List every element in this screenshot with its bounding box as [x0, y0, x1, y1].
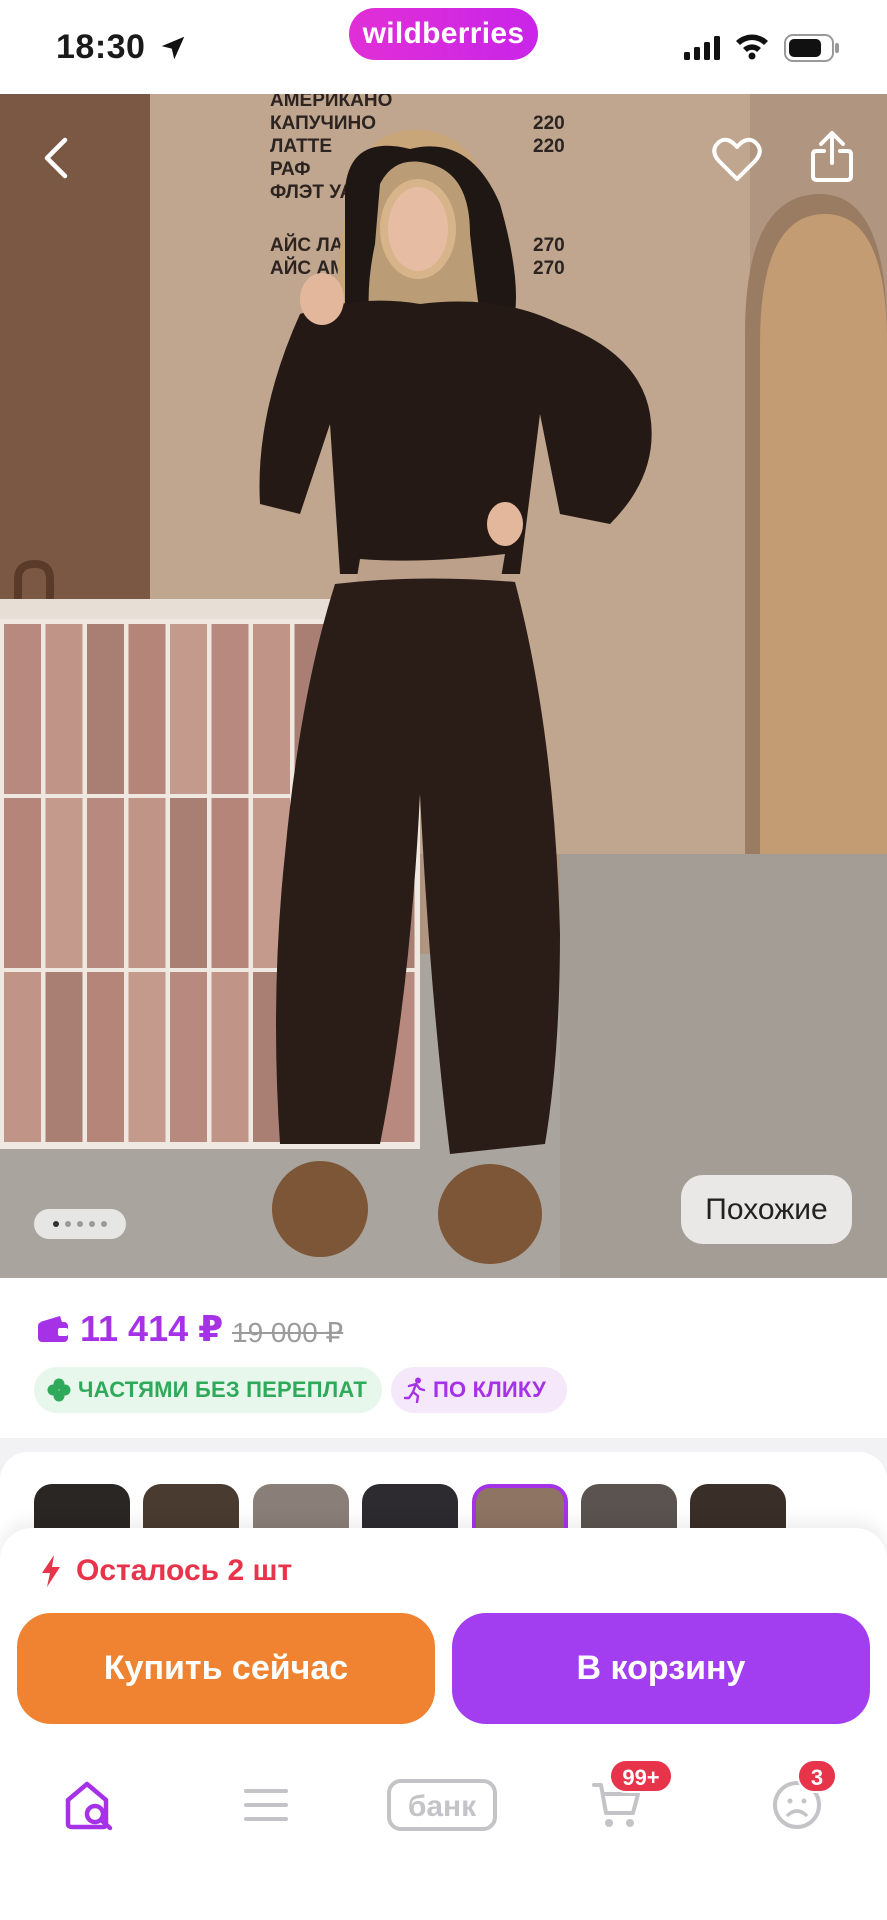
- counter-tile: [45, 624, 83, 794]
- buy-now-button[interactable]: Купить сейчас: [17, 1613, 435, 1724]
- counter-tile: [128, 798, 166, 968]
- counter-tile: [4, 624, 41, 794]
- counter-tile: [211, 798, 249, 968]
- one-click-badge[interactable]: ПО КЛИКУ: [391, 1367, 567, 1413]
- menu-item: АМЕРИКАНО: [270, 94, 392, 111]
- one-click-label: ПО КЛИКУ: [433, 1377, 546, 1402]
- heart-icon: [712, 137, 762, 181]
- installments-badge[interactable]: ЧАСТЯМИ БЕЗ ПЕРЕПЛАТ: [34, 1367, 382, 1413]
- counter-tile: [211, 972, 249, 1142]
- counter-tile: [87, 972, 124, 1142]
- pagination-dot: [53, 1221, 59, 1227]
- profile-notification-badge: 3: [797, 1759, 837, 1793]
- pagination-dot: [101, 1221, 107, 1227]
- installments-label: ЧАСТЯМИ БЕЗ ПЕРЕПЛАТ: [78, 1377, 368, 1402]
- thumbnail[interactable]: [362, 1484, 458, 1532]
- cellular-signal-icon: [684, 36, 720, 60]
- menu-price: 270: [533, 258, 565, 279]
- pagination-dot: [89, 1221, 95, 1227]
- thumbnail[interactable]: [253, 1484, 349, 1532]
- counter-tile: [87, 624, 124, 794]
- menu-item: ЛАТТЕ: [270, 136, 332, 157]
- counter-tile: [4, 798, 41, 968]
- location-arrow-icon: [161, 36, 185, 60]
- cart-count-badge: 99+: [609, 1759, 673, 1793]
- menu-price: 270: [533, 235, 565, 256]
- tab-catalog[interactable]: [231, 1770, 301, 1840]
- chevron-left-icon: [44, 137, 68, 179]
- thumbnail[interactable]: [690, 1484, 786, 1532]
- add-to-cart-button[interactable]: В корзину: [452, 1613, 870, 1724]
- counter-tile: [87, 798, 124, 968]
- bank-logo-icon: банк: [387, 1779, 497, 1831]
- menu-item: РАФ: [270, 159, 310, 180]
- app-logo-pill: wildberries: [349, 8, 538, 60]
- similar-button[interactable]: Похожие: [681, 1175, 852, 1244]
- pagination-dot: [77, 1221, 83, 1227]
- thumbnail[interactable]: [581, 1484, 677, 1532]
- old-price: 19 000 ₽: [232, 1317, 344, 1348]
- bank-label: банк: [408, 1790, 477, 1823]
- current-price: 11 414 ₽: [80, 1308, 224, 1349]
- product-photo-illustration: АМЕРИКАНО КАПУЧИНО ЛАТТЕ РАФ ФЛЭТ УАЙТ А…: [0, 94, 887, 1278]
- thumbnail-selected[interactable]: [472, 1484, 568, 1532]
- counter-tile: [128, 972, 166, 1142]
- price-card: 11 414 ₽ 19 000 ₽ ЧАСТЯМИ БЕЗ ПЕРЕПЛАТ П…: [0, 1278, 887, 1438]
- wallet-icon: [38, 1316, 68, 1342]
- menu-item: КАПУЧИНО: [270, 113, 376, 134]
- tab-bar: банк: [0, 1740, 887, 1860]
- home-indicator: [298, 1890, 588, 1900]
- pagination-dot: [65, 1221, 71, 1227]
- menu-icon: [244, 1789, 288, 1821]
- counter-tile: [170, 624, 207, 794]
- product-photo[interactable]: АМЕРИКАНО КАПУЧИНО ЛАТТЕ РАФ ФЛЭТ УАЙТ А…: [0, 94, 887, 1278]
- back-button[interactable]: [26, 128, 86, 188]
- thumbnail-strip: [0, 1452, 887, 1532]
- favorite-button[interactable]: [705, 128, 769, 192]
- running-person-icon: [403, 1377, 426, 1403]
- tab-home[interactable]: [55, 1770, 125, 1840]
- counter-tile: [45, 972, 83, 1142]
- stock-text: Осталось 2 шт: [76, 1554, 293, 1587]
- counter-tile: [253, 624, 290, 794]
- counter-tile: [128, 624, 166, 794]
- section-divider: [0, 1438, 887, 1452]
- counter-tile: [170, 972, 207, 1142]
- status-bar: 18:30 wildberries: [0, 0, 887, 94]
- menu-price: 220: [533, 136, 565, 157]
- share-button[interactable]: [800, 124, 864, 188]
- counter-tile: [211, 624, 249, 794]
- thumbnail[interactable]: [34, 1484, 130, 1532]
- battery-icon: [784, 34, 839, 62]
- counter-tile: [170, 798, 207, 968]
- tab-bank[interactable]: банк: [385, 1770, 499, 1840]
- counter-tile: [4, 972, 41, 1142]
- wifi-icon: [736, 34, 768, 60]
- purchase-sheet: Осталось 2 шт Купить сейчас В корзину: [0, 1528, 887, 1920]
- clover-icon: [47, 1378, 71, 1402]
- home-search-icon: [65, 1781, 113, 1831]
- lightning-icon: [42, 1555, 60, 1587]
- thumbnail[interactable]: [143, 1484, 239, 1532]
- status-time: 18:30: [56, 28, 146, 66]
- counter-tile: [45, 798, 83, 968]
- menu-item: АЙС АМ: [270, 257, 346, 279]
- gallery-pagination: [34, 1209, 126, 1239]
- share-icon: [811, 131, 853, 182]
- stock-notice: Осталось 2 шт: [40, 1554, 292, 1588]
- menu-price: 220: [533, 113, 565, 134]
